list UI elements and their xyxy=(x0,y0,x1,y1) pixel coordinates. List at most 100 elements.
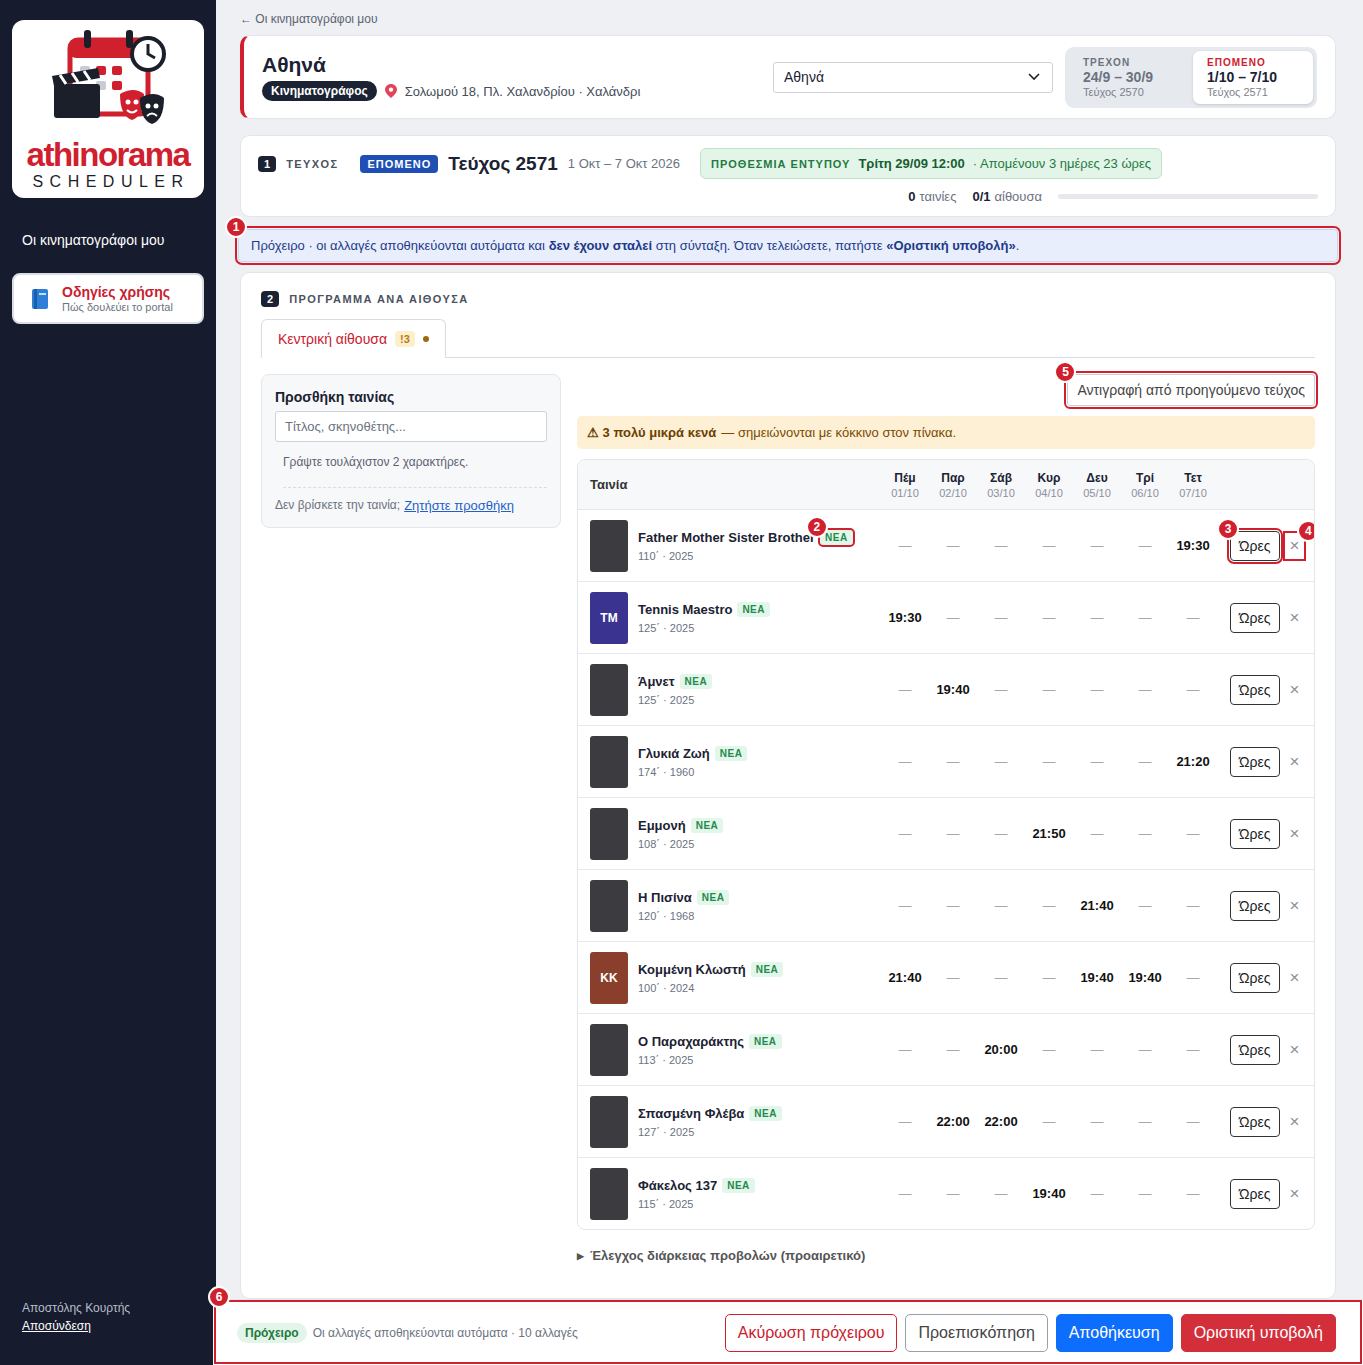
showtime-cell[interactable]: 21:40 xyxy=(1073,898,1121,913)
showtime-cell[interactable]: — xyxy=(1073,826,1121,841)
showtime-cell[interactable]: — xyxy=(881,754,929,769)
showtime-cell[interactable]: — xyxy=(1121,826,1169,841)
showtime-cell[interactable]: 20:00 xyxy=(977,1042,1025,1057)
showtime-cell[interactable]: — xyxy=(929,826,977,841)
showtime-cell[interactable]: 19:40 xyxy=(1025,1186,1073,1201)
film-search-input[interactable] xyxy=(275,411,547,442)
showtime-cell[interactable]: — xyxy=(881,898,929,913)
showtime-cell[interactable]: — xyxy=(1025,970,1073,985)
showtime-cell[interactable]: — xyxy=(1025,1042,1073,1057)
remove-button[interactable]: × xyxy=(1286,1038,1304,1062)
remove-button[interactable]: × xyxy=(1286,1182,1304,1206)
showtime-cell[interactable]: 19:40 xyxy=(1121,970,1169,985)
showtime-cell[interactable]: — xyxy=(1121,754,1169,769)
showtime-cell[interactable]: — xyxy=(1121,538,1169,553)
showtime-cell[interactable]: — xyxy=(1121,610,1169,625)
showtime-cell[interactable]: — xyxy=(1169,1042,1217,1057)
showtime-cell[interactable]: — xyxy=(881,1186,929,1201)
showtime-cell[interactable]: — xyxy=(977,1186,1025,1201)
back-link[interactable]: ← Οι κινηματογράφοι μου xyxy=(240,12,1336,26)
showtime-cell[interactable]: 19:30 xyxy=(1169,538,1217,553)
hall-tab[interactable]: Κεντρική αίθουσα!3 xyxy=(261,319,446,358)
showtime-cell[interactable]: — xyxy=(881,1114,929,1129)
hours-button[interactable]: Ώρες xyxy=(1230,675,1280,705)
showtime-cell[interactable]: 19:40 xyxy=(1073,970,1121,985)
remove-button[interactable]: × xyxy=(1286,966,1304,990)
issue-option[interactable]: ΤΡΕΧΟΝ24/9 – 30/9Τεύχος 2570 xyxy=(1069,51,1189,104)
showtime-cell[interactable]: — xyxy=(1169,610,1217,625)
logo[interactable]: athinoramaSCHEDULER xyxy=(12,20,204,198)
showtime-cell[interactable]: — xyxy=(1073,610,1121,625)
hours-button[interactable]: Ώρες xyxy=(1230,891,1280,921)
hours-button[interactable]: Ώρες xyxy=(1230,1035,1280,1065)
showtime-cell[interactable]: — xyxy=(881,1042,929,1057)
showtime-cell[interactable]: — xyxy=(1169,1186,1217,1201)
nav-item[interactable]: Οι κινηματογράφοι μου xyxy=(22,232,204,248)
showtime-cell[interactable]: — xyxy=(977,538,1025,553)
help-button[interactable]: Οδηγίες χρήσηςΠώς δουλεύει το portal xyxy=(12,273,204,324)
remove-button[interactable]: × xyxy=(1286,894,1304,918)
hours-button[interactable]: Ώρες xyxy=(1230,1107,1280,1137)
remove-button[interactable]: × xyxy=(1286,678,1304,702)
action-button[interactable]: Αποθήκευση xyxy=(1056,1314,1173,1352)
showtime-cell[interactable]: — xyxy=(1073,1042,1121,1057)
action-button[interactable]: Ακύρωση πρόχειρου xyxy=(725,1314,898,1352)
remove-button[interactable]: 4× xyxy=(1286,534,1304,558)
action-button[interactable]: Οριστική υποβολή xyxy=(1181,1314,1336,1352)
showtime-cell[interactable]: — xyxy=(977,754,1025,769)
hours-button[interactable]: Ώρες xyxy=(1230,747,1280,777)
showtime-cell[interactable]: — xyxy=(1121,1042,1169,1057)
showtime-cell[interactable]: — xyxy=(1121,1186,1169,1201)
remove-button[interactable]: × xyxy=(1286,750,1304,774)
showtime-cell[interactable]: — xyxy=(929,1042,977,1057)
showtime-cell[interactable]: — xyxy=(1073,1186,1121,1201)
showtime-cell[interactable]: — xyxy=(881,682,929,697)
showtime-cell[interactable]: — xyxy=(1025,1114,1073,1129)
showtime-cell[interactable]: 19:40 xyxy=(929,682,977,697)
showtime-cell[interactable]: — xyxy=(881,826,929,841)
remove-button[interactable]: × xyxy=(1286,822,1304,846)
hours-button[interactable]: Ώρες xyxy=(1230,963,1280,993)
showtime-cell[interactable]: — xyxy=(929,538,977,553)
showtime-cell[interactable]: — xyxy=(1073,682,1121,697)
showtime-cell[interactable]: — xyxy=(1169,1114,1217,1129)
showtime-cell[interactable]: — xyxy=(977,970,1025,985)
request-link[interactable]: Ζητήστε προσθήκη xyxy=(404,498,514,513)
showtime-cell[interactable]: — xyxy=(977,898,1025,913)
showtime-cell[interactable]: — xyxy=(1169,682,1217,697)
hours-button[interactable]: Ώρες xyxy=(1230,819,1280,849)
showtime-cell[interactable]: — xyxy=(929,754,977,769)
hours-button[interactable]: Ώρες xyxy=(1230,603,1280,633)
showtime-cell[interactable]: — xyxy=(977,610,1025,625)
action-button[interactable]: Προεπισκόπηση xyxy=(905,1314,1047,1352)
showtime-cell[interactable]: — xyxy=(1073,538,1121,553)
showtime-cell[interactable]: — xyxy=(1121,682,1169,697)
cinema-select[interactable]: Αθηνά xyxy=(773,62,1053,93)
showtime-cell[interactable]: — xyxy=(977,826,1025,841)
showtime-cell[interactable]: — xyxy=(929,1186,977,1201)
showtime-cell[interactable]: — xyxy=(1121,1114,1169,1129)
remove-button[interactable]: × xyxy=(1286,1110,1304,1134)
showtime-cell[interactable]: — xyxy=(977,682,1025,697)
showtime-cell[interactable]: — xyxy=(929,610,977,625)
duration-check-toggle[interactable]: ▶Έλεγχος διάρκειας προβολών (προαιρετικό… xyxy=(577,1248,1315,1263)
remove-button[interactable]: × xyxy=(1286,606,1304,630)
showtime-cell[interactable]: 22:00 xyxy=(929,1114,977,1129)
showtime-cell[interactable]: — xyxy=(1025,610,1073,625)
showtime-cell[interactable]: 19:30 xyxy=(881,610,929,625)
showtime-cell[interactable]: 21:40 xyxy=(881,970,929,985)
showtime-cell[interactable]: — xyxy=(881,538,929,553)
showtime-cell[interactable]: — xyxy=(1121,898,1169,913)
showtime-cell[interactable]: — xyxy=(1169,826,1217,841)
showtime-cell[interactable]: 21:50 xyxy=(1025,826,1073,841)
showtime-cell[interactable]: — xyxy=(1025,754,1073,769)
hours-button[interactable]: 3Ώρες xyxy=(1230,531,1280,561)
showtime-cell[interactable]: — xyxy=(1025,538,1073,553)
showtime-cell[interactable]: — xyxy=(1073,754,1121,769)
showtime-cell[interactable]: — xyxy=(929,898,977,913)
showtime-cell[interactable]: — xyxy=(1073,1114,1121,1129)
showtime-cell[interactable]: 21:20 xyxy=(1169,754,1217,769)
logout-link[interactable]: Αποσύνδεση xyxy=(22,1319,204,1333)
showtime-cell[interactable]: — xyxy=(929,970,977,985)
hours-button[interactable]: Ώρες xyxy=(1230,1179,1280,1209)
